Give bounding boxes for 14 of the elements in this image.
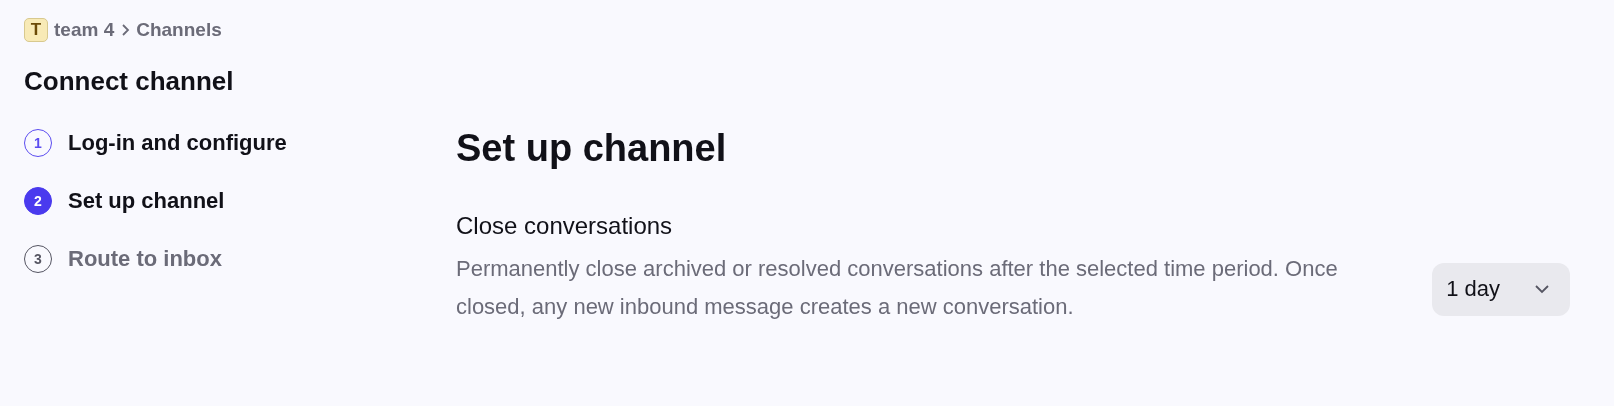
section-title: Set up channel bbox=[456, 127, 728, 170]
breadcrumb-link[interactable]: Channels bbox=[136, 19, 222, 41]
team-avatar: T bbox=[24, 18, 48, 42]
chevron-down-icon bbox=[1534, 284, 1550, 294]
chevron-right-icon bbox=[120, 23, 131, 37]
step-label[interactable]: Route to inbox bbox=[68, 245, 222, 272]
breadcrumb-link[interactable]: team 4 bbox=[54, 19, 115, 41]
setting-label: Close conversations bbox=[456, 212, 674, 240]
step-label[interactable]: Log-in and configure bbox=[68, 129, 287, 156]
page-title: Connect channel bbox=[24, 66, 235, 97]
step-number: 2 bbox=[24, 186, 52, 215]
duration-dropdown[interactable]: 1 day bbox=[1432, 262, 1570, 316]
setting-description: Permanently close archived or resolved conversations after the selected time period. Once closed, any new inbound message creates a new conversation. bbox=[456, 255, 1339, 321]
step-label[interactable]: Set up channel bbox=[68, 187, 225, 214]
